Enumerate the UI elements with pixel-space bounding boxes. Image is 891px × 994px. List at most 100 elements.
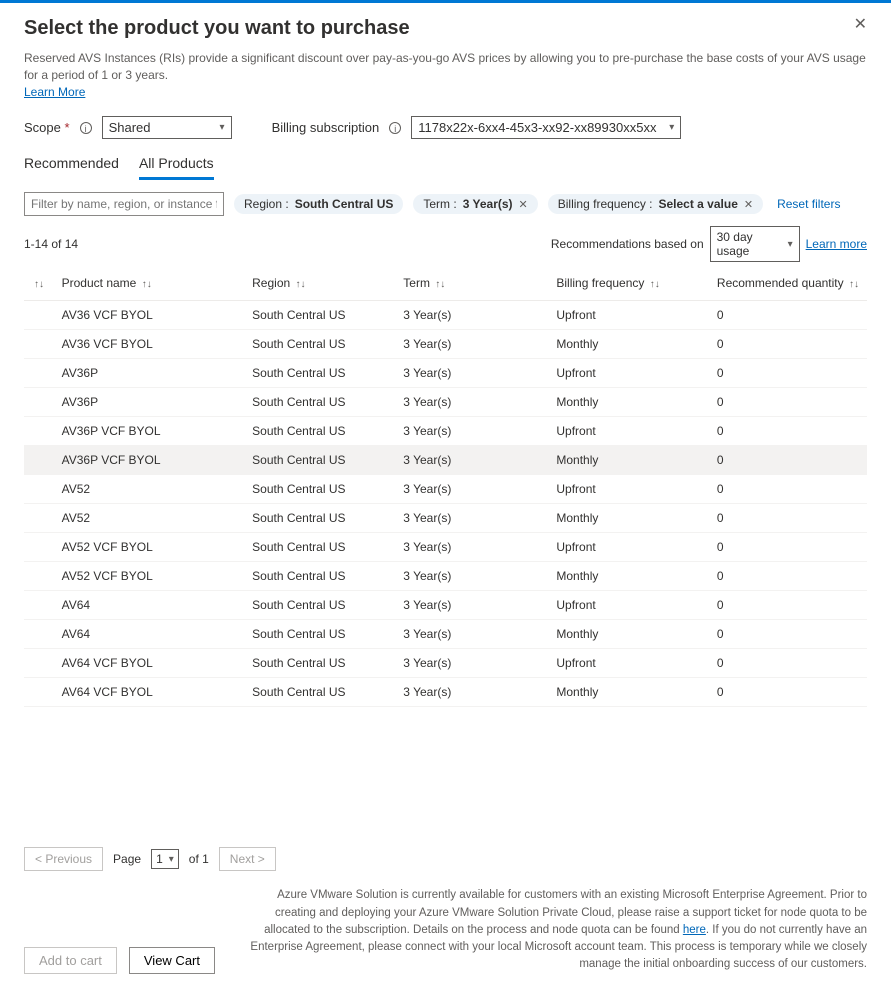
sort-icon: ↑↓: [849, 279, 859, 290]
cell-qty: 0: [709, 330, 867, 359]
pill-value: 3 Year(s): [463, 197, 513, 211]
table-row[interactable]: AV36 VCF BYOLSouth Central US3 Year(s)Mo…: [24, 330, 867, 359]
cell-term: 3 Year(s): [395, 475, 548, 504]
col-recommended-qty[interactable]: Recommended quantity ↑↓: [709, 266, 867, 301]
sort-icon: ↑↓: [650, 279, 660, 290]
view-cart-button[interactable]: View Cart: [129, 947, 215, 974]
col-label: Recommended quantity: [717, 276, 844, 290]
table-row[interactable]: AV36 VCF BYOLSouth Central US3 Year(s)Up…: [24, 301, 867, 330]
cell-bill: Monthly: [548, 388, 709, 417]
cell-term: 3 Year(s): [395, 417, 548, 446]
pill-prefix: Region :: [244, 197, 289, 211]
next-button[interactable]: Next >: [219, 847, 276, 871]
table-row[interactable]: AV52 VCF BYOLSouth Central US3 Year(s)Up…: [24, 533, 867, 562]
footer-here-link[interactable]: here: [683, 924, 706, 936]
page-value: 1: [156, 852, 163, 866]
learn-more-link[interactable]: Learn more: [806, 237, 867, 251]
cell-name: AV52 VCF BYOL: [54, 562, 245, 591]
cell-qty: 0: [709, 359, 867, 388]
table-row[interactable]: AV36PSouth Central US3 Year(s)Upfront0: [24, 359, 867, 388]
table-row[interactable]: AV52South Central US3 Year(s)Monthly0: [24, 504, 867, 533]
cell-bill: Monthly: [548, 504, 709, 533]
cell-qty: 0: [709, 417, 867, 446]
row-sort-header[interactable]: ↑↓: [24, 266, 54, 301]
reset-filters-link[interactable]: Reset filters: [777, 197, 840, 211]
cell-qty: 0: [709, 649, 867, 678]
chevron-down-icon: ▾: [669, 122, 674, 133]
table-row[interactable]: AV36PSouth Central US3 Year(s)Monthly0: [24, 388, 867, 417]
chevron-down-icon: ▾: [788, 239, 793, 250]
cell-term: 3 Year(s): [395, 649, 548, 678]
filter-pill-frequency[interactable]: Billing frequency : Select a value ✕: [548, 194, 763, 214]
col-region[interactable]: Region ↑↓: [244, 266, 395, 301]
cell-name: AV52 VCF BYOL: [54, 533, 245, 562]
table-row[interactable]: AV64 VCF BYOLSouth Central US3 Year(s)Up…: [24, 649, 867, 678]
filter-pill-term[interactable]: Term : 3 Year(s) ✕: [413, 194, 537, 214]
cell-name: AV64 VCF BYOL: [54, 678, 245, 707]
cell-term: 3 Year(s): [395, 620, 548, 649]
cell-region: South Central US: [244, 301, 395, 330]
table-row[interactable]: AV52 VCF BYOLSouth Central US3 Year(s)Mo…: [24, 562, 867, 591]
col-term[interactable]: Term ↑↓: [395, 266, 548, 301]
scope-label-text: Scope: [24, 120, 61, 135]
cell-region: South Central US: [244, 591, 395, 620]
cell-term: 3 Year(s): [395, 562, 548, 591]
pill-clear-icon[interactable]: ✕: [744, 198, 753, 211]
previous-button[interactable]: < Previous: [24, 847, 103, 871]
intro-body: Reserved AVS Instances (RIs) provide a s…: [24, 51, 866, 82]
col-product-name[interactable]: Product name ↑↓: [54, 266, 245, 301]
learn-more-link[interactable]: Learn More: [24, 85, 85, 99]
scope-select[interactable]: Shared ▾: [102, 116, 232, 139]
tab-recommended[interactable]: Recommended: [24, 149, 119, 180]
table-row[interactable]: AV64South Central US3 Year(s)Monthly0: [24, 620, 867, 649]
filter-pill-region[interactable]: Region : South Central US: [234, 194, 403, 214]
col-label: Product name: [62, 276, 137, 290]
scope-value: Shared: [109, 120, 151, 135]
cell-name: AV36P VCF BYOL: [54, 417, 245, 446]
pill-clear-icon[interactable]: ✕: [519, 198, 528, 211]
cell-term: 3 Year(s): [395, 678, 548, 707]
cell-bill: Monthly: [548, 562, 709, 591]
col-billing-frequency[interactable]: Billing frequency ↑↓: [548, 266, 709, 301]
info-icon[interactable]: i: [80, 122, 92, 134]
billing-subscription-select[interactable]: 1178x22x-6xx4-45x3-xx92-xx89930xx5xx ▾: [411, 116, 681, 139]
cell-term: 3 Year(s): [395, 446, 548, 475]
cell-name: AV64: [54, 620, 245, 649]
cell-region: South Central US: [244, 562, 395, 591]
cell-name: AV36 VCF BYOL: [54, 301, 245, 330]
pill-prefix: Term :: [423, 197, 456, 211]
pill-value: Select a value: [658, 197, 737, 211]
info-icon[interactable]: i: [389, 122, 401, 134]
close-icon[interactable]: ✕: [854, 17, 867, 33]
pill-prefix: Billing frequency :: [558, 197, 653, 211]
cell-name: AV36P: [54, 359, 245, 388]
cell-term: 3 Year(s): [395, 533, 548, 562]
table-row[interactable]: AV64 VCF BYOLSouth Central US3 Year(s)Mo…: [24, 678, 867, 707]
cell-bill: Monthly: [548, 446, 709, 475]
cell-term: 3 Year(s): [395, 330, 548, 359]
cell-name: AV36P VCF BYOL: [54, 446, 245, 475]
cell-region: South Central US: [244, 330, 395, 359]
table-row[interactable]: AV64South Central US3 Year(s)Upfront0: [24, 591, 867, 620]
cell-term: 3 Year(s): [395, 591, 548, 620]
cell-qty: 0: [709, 533, 867, 562]
cell-name: AV36P: [54, 388, 245, 417]
cell-region: South Central US: [244, 678, 395, 707]
reco-label: Recommendations based on: [551, 237, 704, 251]
cell-bill: Upfront: [548, 475, 709, 504]
table-row[interactable]: AV52South Central US3 Year(s)Upfront0: [24, 475, 867, 504]
add-to-cart-button[interactable]: Add to cart: [24, 947, 117, 974]
cell-term: 3 Year(s): [395, 301, 548, 330]
sort-icon: ↑↓: [296, 279, 306, 290]
table-row[interactable]: AV36P VCF BYOLSouth Central US3 Year(s)M…: [24, 446, 867, 475]
cell-qty: 0: [709, 388, 867, 417]
cell-name: AV52: [54, 504, 245, 533]
usage-select[interactable]: 30 day usage ▾: [710, 226, 800, 262]
tab-all-products[interactable]: All Products: [139, 149, 214, 180]
filter-input[interactable]: [24, 192, 224, 216]
cell-qty: 0: [709, 620, 867, 649]
cell-region: South Central US: [244, 620, 395, 649]
table-row[interactable]: AV36P VCF BYOLSouth Central US3 Year(s)U…: [24, 417, 867, 446]
pill-value: South Central US: [295, 197, 394, 211]
page-select[interactable]: 1 ▾: [151, 849, 179, 869]
